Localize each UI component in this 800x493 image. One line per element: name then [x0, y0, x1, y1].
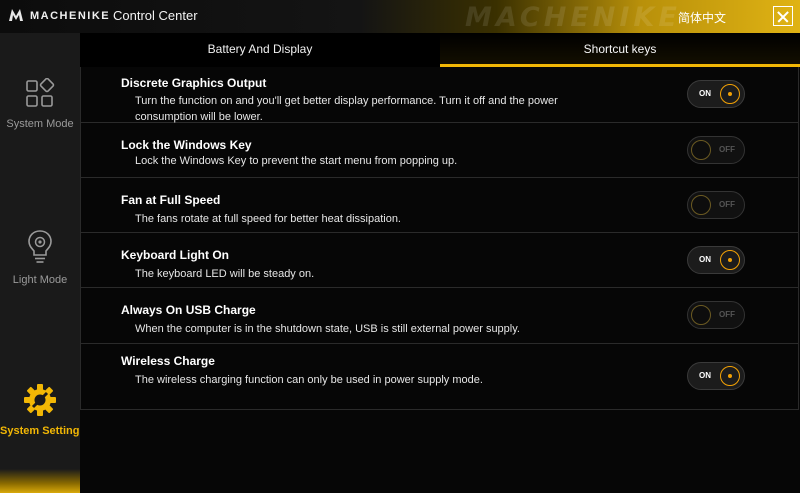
tab-bar: Battery And Display Shortcut keys [80, 33, 800, 67]
toggle-state: ON [699, 89, 711, 98]
lock-windows-key-toggle[interactable]: OFF [687, 136, 745, 164]
toggle-knob [691, 195, 711, 215]
setting-title: Wireless Charge [121, 354, 215, 368]
sidebar-item-label: System Mode [6, 118, 74, 130]
toggle-state: ON [699, 255, 711, 264]
setting-title: Lock the Windows Key [121, 138, 252, 152]
sidebar-item-system-mode[interactable]: System Mode [0, 78, 80, 130]
light-bulb-icon [28, 230, 52, 263]
tab-battery-and-display[interactable]: Battery And Display [80, 33, 440, 67]
wireless-charge-toggle[interactable]: ON [687, 362, 745, 390]
sidebar: System Mode Light Mode System Settings [0, 33, 86, 493]
discrete-graphics-toggle[interactable]: ON [687, 80, 745, 108]
toggle-knob [720, 250, 740, 270]
tab-shortcut-keys[interactable]: Shortcut keys [440, 33, 800, 67]
system-mode-icon [26, 78, 55, 107]
sidebar-item-light-mode[interactable]: Light Mode [0, 228, 80, 286]
app-title: Control Center [113, 8, 198, 23]
toggle-state: OFF [719, 145, 735, 154]
setting-description: Lock the Windows Key to prevent the star… [135, 155, 458, 167]
gear-icon [24, 384, 56, 416]
brand-name: MACHENIKE [30, 10, 111, 22]
toggle-state: OFF [719, 310, 735, 319]
settings-content: Discrete Graphics Output Turn the functi… [80, 67, 800, 493]
sidebar-item-label: System Settings [0, 425, 86, 437]
title-bar: MACHENIKE MACHENIKE Control Center 简体中文 [0, 0, 800, 33]
toggle-knob [720, 366, 740, 386]
setting-description: The fans rotate at full speed for better… [135, 213, 401, 225]
setting-row-usb-charge: Always On USB Charge When the computer i… [81, 288, 798, 344]
fan-full-speed-toggle[interactable]: OFF [687, 191, 745, 219]
setting-title: Always On USB Charge [121, 303, 256, 317]
toggle-state: ON [699, 371, 711, 380]
setting-row-fan-full-speed: Fan at Full Speed The fans rotate at ful… [81, 178, 798, 233]
active-indicator [0, 469, 80, 493]
setting-description: The keyboard LED will be steady on. [135, 268, 315, 280]
usb-charge-toggle[interactable]: OFF [687, 301, 745, 329]
sidebar-item-system-settings[interactable]: System Settings [0, 383, 86, 437]
sidebar-item-label: Light Mode [12, 274, 68, 286]
toggle-state: OFF [719, 200, 735, 209]
setting-description: The wireless charging function can only … [135, 374, 483, 386]
setting-row-wireless-charge: Wireless Charge The wireless charging fu… [81, 344, 798, 410]
toggle-knob [691, 140, 711, 160]
setting-row-keyboard-light: Keyboard Light On The keyboard LED will … [81, 233, 798, 288]
toggle-knob [691, 305, 711, 325]
brand-watermark: MACHENIKE [465, 2, 681, 33]
toggle-knob [720, 84, 740, 104]
setting-description: Turn the function on and you'll get bett… [135, 95, 558, 123]
setting-description: When the computer is in the shutdown sta… [135, 323, 520, 335]
setting-title: Keyboard Light On [121, 248, 229, 262]
setting-title: Discrete Graphics Output [121, 76, 267, 90]
setting-row-lock-windows-key: Lock the Windows Key Lock the Windows Ke… [81, 123, 798, 178]
language-button[interactable]: 简体中文 [678, 9, 726, 26]
close-button[interactable] [773, 6, 793, 26]
keyboard-light-toggle[interactable]: ON [687, 246, 745, 274]
setting-title: Fan at Full Speed [121, 193, 221, 207]
machenike-logo-icon [9, 9, 23, 21]
settings-panel: Discrete Graphics Output Turn the functi… [80, 67, 799, 410]
setting-row-discrete-graphics: Discrete Graphics Output Turn the functi… [81, 67, 798, 123]
